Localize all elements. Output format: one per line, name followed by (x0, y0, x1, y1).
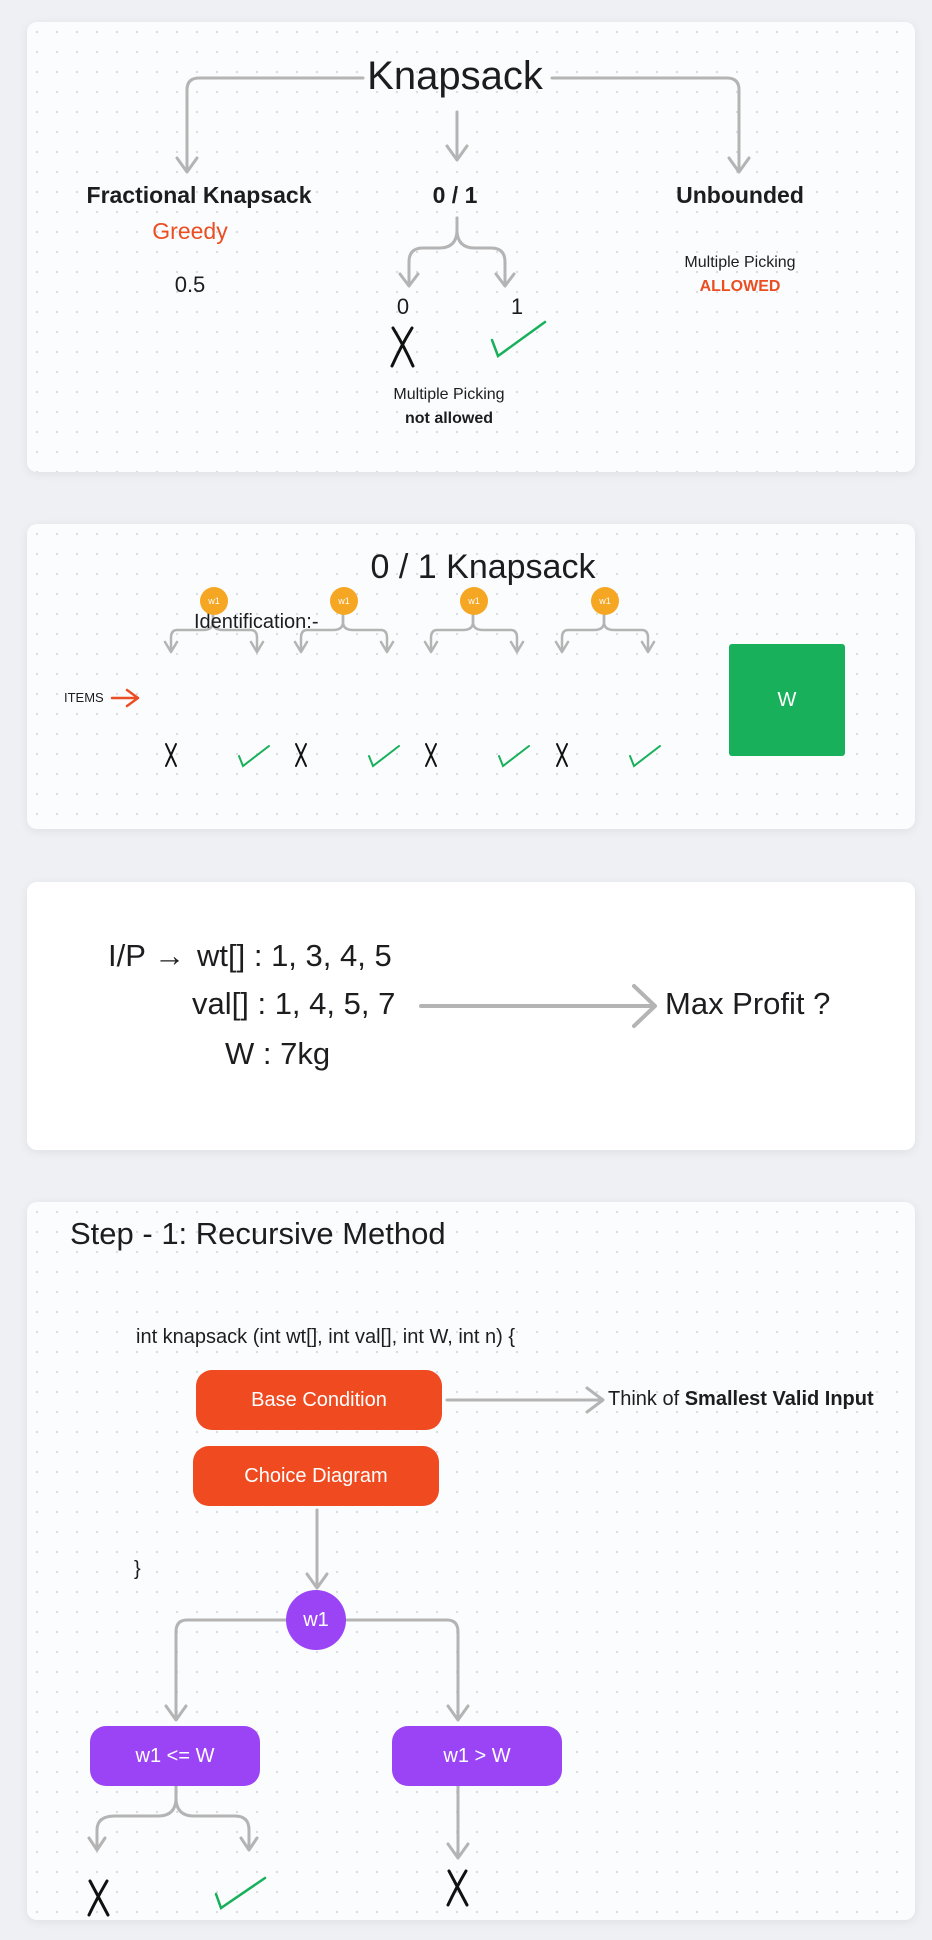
fractional-knapsack-heading: Fractional Knapsack (86, 182, 312, 208)
knapsack-types-card: Knapsack Fractional Knapsack Greedy 0.5 … (27, 22, 915, 472)
recursive-method-card: Step - 1: Recursive Method int knapsack … (27, 1202, 915, 1920)
function-signature: int knapsack (int wt[], int val[], int W… (136, 1326, 516, 1348)
values-array: val[] : 1, 4, 5, 7 (192, 986, 396, 1021)
check-icon (490, 320, 547, 358)
fraction-example: 0.5 (174, 272, 206, 297)
input-prefix: I/P → (108, 938, 185, 973)
capacity-box: W (729, 644, 845, 756)
base-condition-box: Base Condition (196, 1370, 442, 1430)
zero-one-heading: 0 / 1 (432, 182, 478, 208)
unbounded-note: Multiple Picking (684, 254, 796, 271)
item-node: w1 (200, 587, 228, 615)
greedy-label: Greedy (152, 218, 228, 244)
item-node: w1 (591, 587, 619, 615)
choice-diagram-box: Choice Diagram (193, 1446, 439, 1506)
input-example-card: I/P → wt[] : 1, 3, 4, 5 val[] : 1, 4, 5,… (27, 882, 915, 1150)
check-icon (238, 745, 270, 768)
cross-icon (295, 743, 307, 767)
items-label: ITEMS (64, 690, 104, 705)
weight-fits-box: w1 <= W (90, 1726, 260, 1786)
capacity-value: W : 7kg (225, 1036, 331, 1071)
hint-prefix: Think of (608, 1388, 685, 1410)
cross-icon (390, 326, 415, 368)
cross-icon (165, 743, 177, 767)
item-node: w1 (330, 587, 358, 615)
check-icon (214, 1876, 267, 1910)
check-icon (368, 745, 400, 768)
cross-icon (446, 1869, 469, 1907)
item-node: w1 (460, 587, 488, 615)
exclude-option-label: 0 (396, 294, 410, 319)
multiple-picking-note: Multiple Picking (393, 386, 505, 403)
weights-array: wt[] : 1, 3, 4, 5 (197, 938, 392, 973)
cross-icon (87, 1879, 110, 1917)
check-icon (498, 745, 530, 768)
check-icon (629, 745, 661, 768)
smallest-valid-input-hint: Think of Smallest Valid Input (608, 1388, 874, 1411)
decision-node: w1 (286, 1590, 346, 1650)
not-allowed-note: not allowed (405, 410, 493, 427)
cross-icon (425, 743, 437, 767)
weight-exceeds-box: w1 > W (392, 1726, 562, 1786)
max-profit-label: Max Profit ? (665, 986, 831, 1021)
zero-one-knapsack-title: 0 / 1 Knapsack (370, 548, 596, 586)
hint-emphasis: Smallest Valid Input (684, 1388, 874, 1410)
flow-arrows (87, 1386, 605, 1860)
allowed-note: ALLOWED (699, 278, 781, 295)
cross-icon (556, 743, 568, 767)
unbounded-heading: Unbounded (676, 182, 804, 208)
knapsack-title: Knapsack (367, 54, 543, 98)
zero-one-knapsack-card: 0 / 1 Knapsack Identification:- ITEMS w1… (27, 524, 915, 829)
step-title: Step - 1: Recursive Method (70, 1216, 446, 1251)
closing-brace: } (134, 1558, 141, 1580)
